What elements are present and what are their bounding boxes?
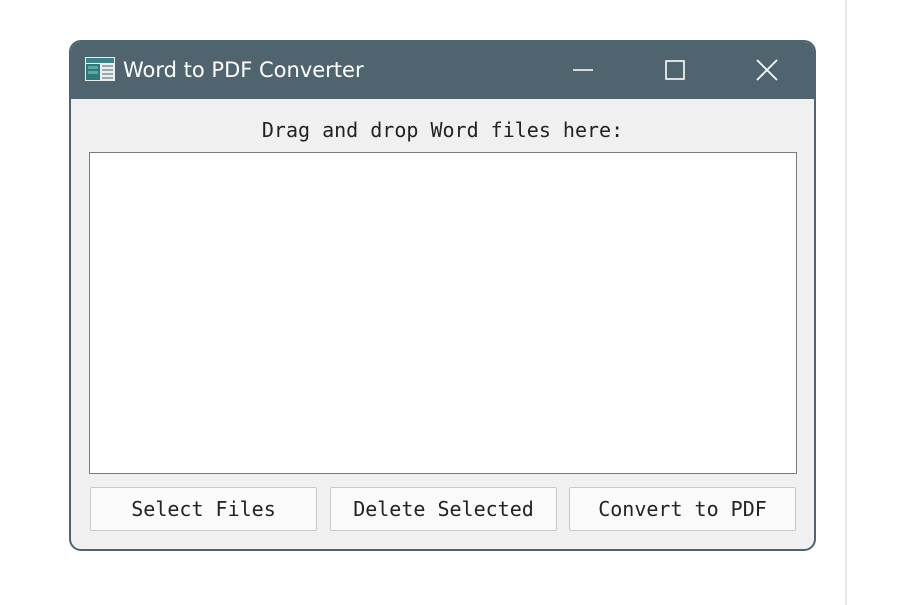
drop-instruction-label: Drag and drop Word files here: [261, 118, 624, 142]
delete-selected-button[interactable]: Delete Selected [330, 487, 557, 531]
close-icon [756, 59, 778, 81]
maximize-button[interactable] [653, 50, 697, 90]
convert-to-pdf-button[interactable]: Convert to PDF [569, 487, 796, 531]
file-drop-list[interactable] [89, 152, 797, 474]
app-window: Word to PDF Converter Drag and drop Word… [69, 40, 816, 551]
window-title: Word to PDF Converter [123, 58, 364, 82]
app-icon [85, 57, 115, 81]
close-button[interactable] [745, 50, 789, 90]
background-divider [845, 0, 847, 605]
select-files-button[interactable]: Select Files [90, 487, 317, 531]
minimize-icon [573, 69, 593, 71]
title-bar[interactable]: Word to PDF Converter [71, 42, 814, 99]
maximize-icon [665, 60, 685, 80]
minimize-button[interactable] [561, 50, 605, 90]
